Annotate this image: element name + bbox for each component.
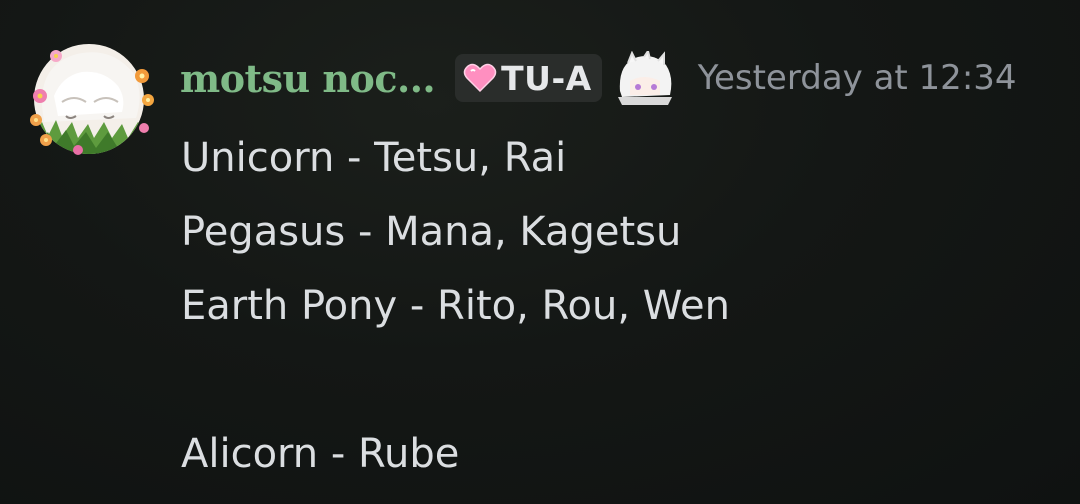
chibi-character-emoji-icon [617, 51, 672, 105]
message-line: Pegasus - Mana, Kagetsu [181, 209, 682, 255]
message-line: Alicorn - Rube [181, 431, 460, 477]
role-tag-label: TU-A [501, 58, 592, 98]
message-header: motsu noc... TU-A Yesterday at 12:34 [180, 50, 1017, 106]
message-timestamp[interactable]: Yesterday at 12:34 [698, 58, 1017, 98]
role-tag[interactable]: TU-A [455, 54, 602, 102]
message-line [181, 343, 730, 417]
message-line: Unicorn - Tetsu, Rai [181, 135, 567, 181]
message-line: Earth Pony - Rito, Rou, Wen [181, 283, 730, 329]
message-content: Unicorn - Tetsu, Rai Pegasus - Mana, Kag… [181, 121, 730, 491]
pink-heart-icon [463, 63, 497, 93]
chat-message: motsu noc... TU-A Yesterday at 12:34 Uni… [0, 0, 1080, 504]
author-name[interactable]: motsu noc... [180, 56, 436, 101]
user-avatar[interactable] [22, 36, 156, 160]
